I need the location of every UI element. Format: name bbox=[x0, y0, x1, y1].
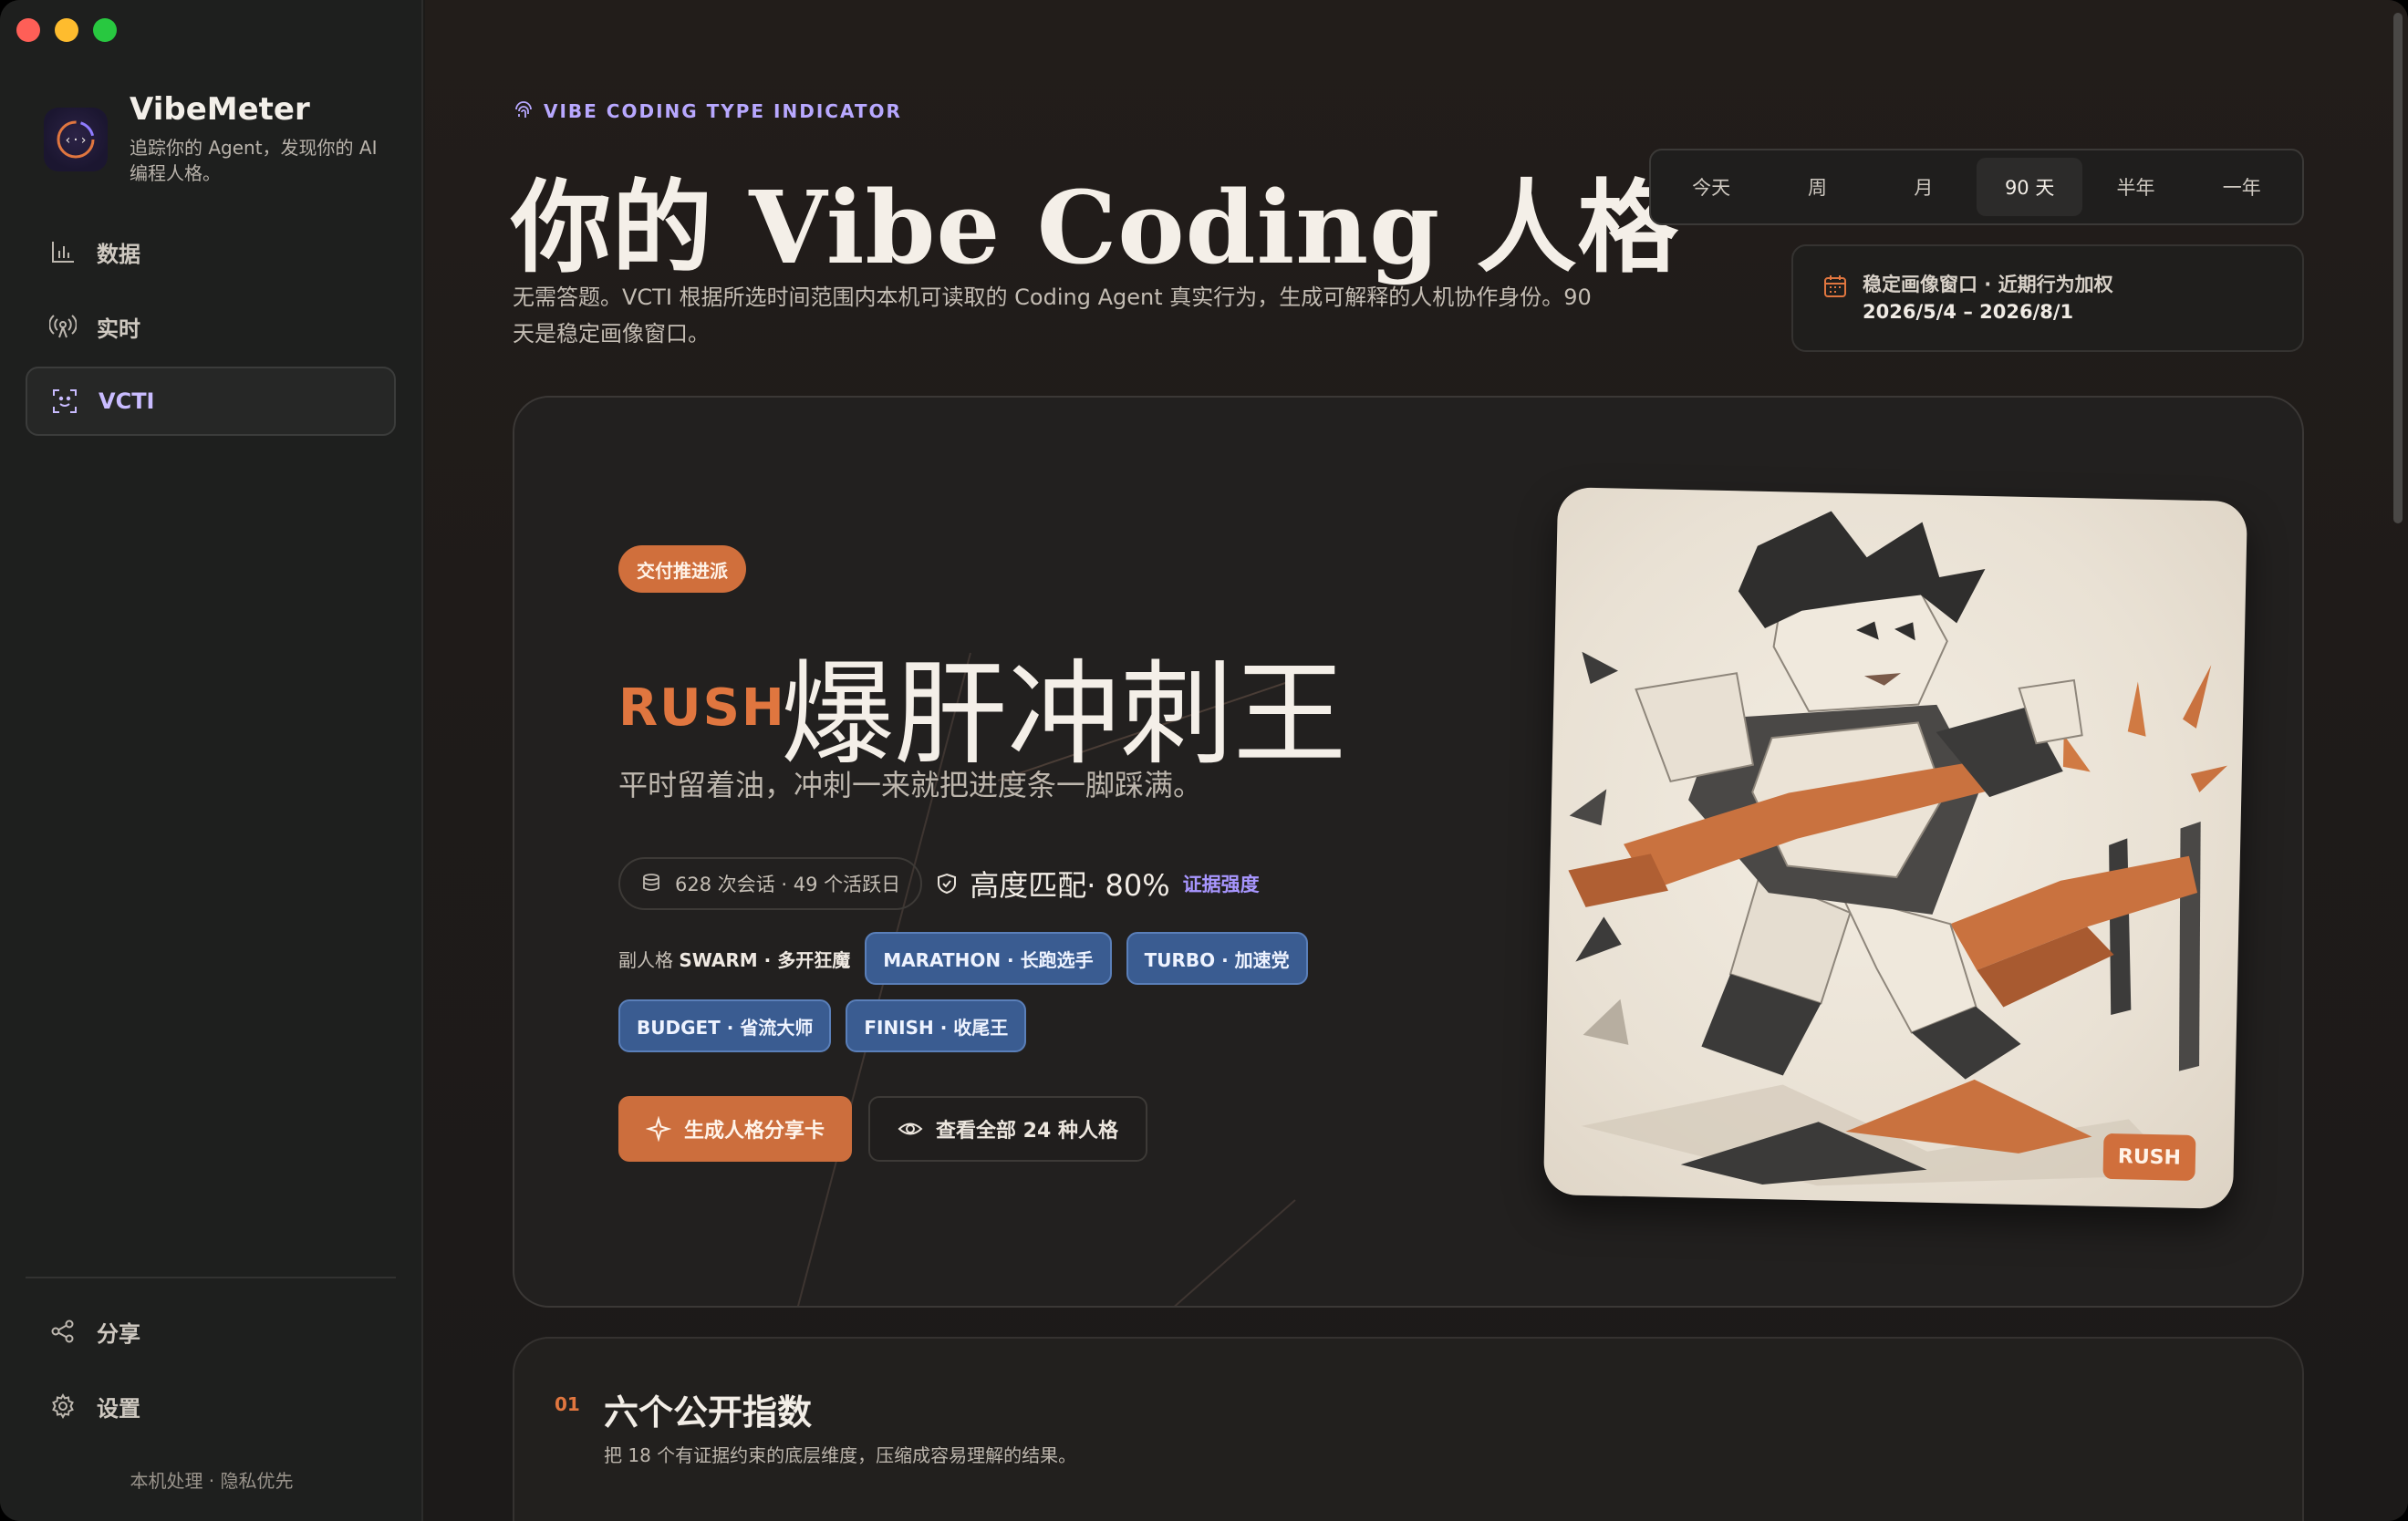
sub-persona-value: SWARM · 多开狂魔 bbox=[679, 948, 851, 971]
page-subtitle: 无需答题。VCTI 根据所选时间范围内本机可读取的 Coding Agent 真… bbox=[513, 285, 1592, 347]
window-controls bbox=[16, 18, 117, 42]
sidebar-divider bbox=[26, 1277, 396, 1278]
sidebar-item-label: 设置 bbox=[97, 1395, 140, 1422]
sidebar-item-vcti[interactable]: VCTI bbox=[26, 367, 396, 436]
share-icon bbox=[47, 1316, 78, 1347]
sidebar-item-label: VCTI bbox=[99, 388, 155, 414]
svg-text:‹·›: ‹·› bbox=[64, 133, 87, 148]
match-value: 高度匹配· 80% bbox=[970, 868, 1170, 903]
sidebar-item-label: 数据 bbox=[97, 241, 140, 267]
session-count-pill: 628 次会话 · 49 个活跃日 bbox=[618, 857, 923, 910]
window-info-label: 稳定画像窗口 · 近期行为加权 bbox=[1863, 274, 2113, 295]
fingerprint-icon bbox=[515, 101, 532, 118]
range-option-half-year[interactable]: 半年 bbox=[2082, 158, 2188, 216]
window-info-date-range: 2026/5/4 – 2026/8/1 bbox=[1863, 301, 2074, 323]
persona-hero-card: 交付推进派 RUSH 爆肝冲刺王 平时留着油，冲刺一来就把进度条一脚踩满。 62… bbox=[513, 396, 2304, 1308]
section-subtitle: 把 18 个有证据约束的底层维度，压缩成容易理解的结果。 bbox=[604, 1444, 1077, 1466]
persona-stats: 628 次会话 · 49 个活跃日 高度匹配· 80% 证据强度 bbox=[618, 857, 1260, 910]
database-icon bbox=[643, 874, 659, 891]
view-all-personas-button[interactable]: 查看全部 24 种人格 bbox=[868, 1096, 1147, 1162]
app-tagline: 追踪你的 Agent，发现你的 AI 编程人格。 bbox=[130, 137, 378, 184]
sidebar-item-settings[interactable]: 设置 bbox=[26, 1371, 396, 1441]
app-window: ‹·› VibeMeter 追踪你的 Agent，发现你的 AI 编程人格。 数… bbox=[0, 0, 2408, 1521]
match-strength: 高度匹配· 80% bbox=[935, 863, 1170, 905]
range-option-today[interactable]: 今天 bbox=[1658, 158, 1764, 216]
eyebrow: VIBE CODING TYPE INDICATOR bbox=[513, 100, 902, 122]
shield-check-icon bbox=[938, 873, 957, 895]
sidebar-item-label: 分享 bbox=[97, 1320, 140, 1347]
hero-actions: 生成人格分享卡 查看全部 24 种人格 bbox=[618, 1096, 1147, 1162]
trait-chips-row: BUDGET · 省流大师 FINISH · 收尾王 bbox=[618, 999, 1027, 1052]
calendar-icon bbox=[1824, 275, 1846, 297]
privacy-note: 本机处理 · 隐私优先 bbox=[130, 1470, 294, 1492]
generate-share-card-label: 生成人格分享卡 bbox=[684, 1120, 825, 1143]
app-logo-icon: ‹·› bbox=[44, 108, 108, 171]
page-title: 你的 Vibe Coding 人格 bbox=[511, 169, 1679, 286]
session-count: 628 次会话 · 49 个活跃日 bbox=[675, 874, 901, 895]
public-indices-section: 01 六个公开指数 把 18 个有证据约束的底层维度，压缩成容易理解的结果。 bbox=[513, 1337, 2304, 1521]
range-option-week[interactable]: 周 bbox=[1764, 158, 1870, 216]
sidebar-item-label: 实时 bbox=[97, 316, 140, 342]
gear-icon bbox=[47, 1391, 78, 1422]
range-option-month[interactable]: 月 bbox=[1871, 158, 1977, 216]
bar-chart-icon bbox=[47, 236, 78, 267]
sidebar-item-realtime[interactable]: 实时 bbox=[26, 292, 396, 361]
sidebar: ‹·› VibeMeter 追踪你的 Agent，发现你的 AI 编程人格。 数… bbox=[0, 0, 423, 1521]
brand: ‹·› VibeMeter 追踪你的 Agent，发现你的 AI 编程人格。 bbox=[44, 91, 385, 186]
app-name: VibeMeter bbox=[130, 91, 310, 128]
main-content: VIBE CODING TYPE INDICATOR 你的 Vibe Codin… bbox=[425, 0, 2408, 1521]
trait-chip-finish[interactable]: FINISH · 收尾王 bbox=[846, 999, 1027, 1052]
close-window-button[interactable] bbox=[16, 18, 40, 42]
trait-chip-turbo[interactable]: TURBO · 加速党 bbox=[1126, 932, 1308, 985]
persona-name: 爆肝冲刺王 bbox=[781, 649, 1347, 781]
origami-runner-image bbox=[1568, 511, 2227, 1186]
persona-code: RUSH bbox=[618, 678, 786, 738]
profile-window-info: 稳定画像窗口 · 近期行为加权 2026/5/4 – 2026/8/1 bbox=[1791, 244, 2304, 352]
eyebrow-label: VIBE CODING TYPE INDICATOR bbox=[544, 100, 902, 122]
broadcast-icon bbox=[47, 311, 78, 342]
sub-persona-row: 副人格 SWARM · 多开狂魔 MARATHON · 长跑选手 TURBO ·… bbox=[618, 932, 1308, 985]
time-range-selector: 今天 周 月 90 天 半年 一年 bbox=[1649, 149, 2304, 225]
evidence-strength-link[interactable]: 证据强度 bbox=[1183, 870, 1260, 897]
trait-chip-marathon[interactable]: MARATHON · 长跑选手 bbox=[865, 932, 1112, 985]
sidebar-item-share[interactable]: 分享 bbox=[26, 1297, 396, 1366]
sidebar-bottom-nav: 分享 设置 bbox=[26, 1297, 396, 1446]
persona-group-badge: 交付推进派 bbox=[618, 545, 746, 593]
eye-icon bbox=[898, 1123, 923, 1135]
trait-chip-budget[interactable]: BUDGET · 省流大师 bbox=[618, 999, 832, 1052]
persona-tagline: 平时留着油，冲刺一来就把进度条一脚踩满。 bbox=[618, 768, 1203, 802]
minimize-window-button[interactable] bbox=[55, 18, 78, 42]
main-scrollbar[interactable] bbox=[2393, 13, 2403, 523]
sidebar-nav: 数据 实时 VCTI bbox=[26, 217, 396, 441]
generate-share-card-button[interactable]: 生成人格分享卡 bbox=[618, 1096, 853, 1162]
range-option-year[interactable]: 一年 bbox=[2189, 158, 2295, 216]
persona-illustration: RUSH bbox=[1542, 487, 2248, 1209]
view-all-personas-label: 查看全部 24 种人格 bbox=[936, 1120, 1118, 1143]
section-title: 六个公开指数 bbox=[604, 1392, 813, 1433]
sub-persona-label: 副人格 SWARM · 多开狂魔 bbox=[618, 948, 851, 971]
sparkle-icon bbox=[646, 1116, 671, 1142]
face-scan-icon bbox=[49, 386, 80, 417]
zoom-window-button[interactable] bbox=[93, 18, 117, 42]
sidebar-item-data[interactable]: 数据 bbox=[26, 217, 396, 286]
range-option-90-days[interactable]: 90 天 bbox=[1976, 158, 2083, 216]
illustration-code-badge: RUSH bbox=[2102, 1133, 2196, 1181]
section-number: 01 bbox=[555, 1393, 580, 1415]
